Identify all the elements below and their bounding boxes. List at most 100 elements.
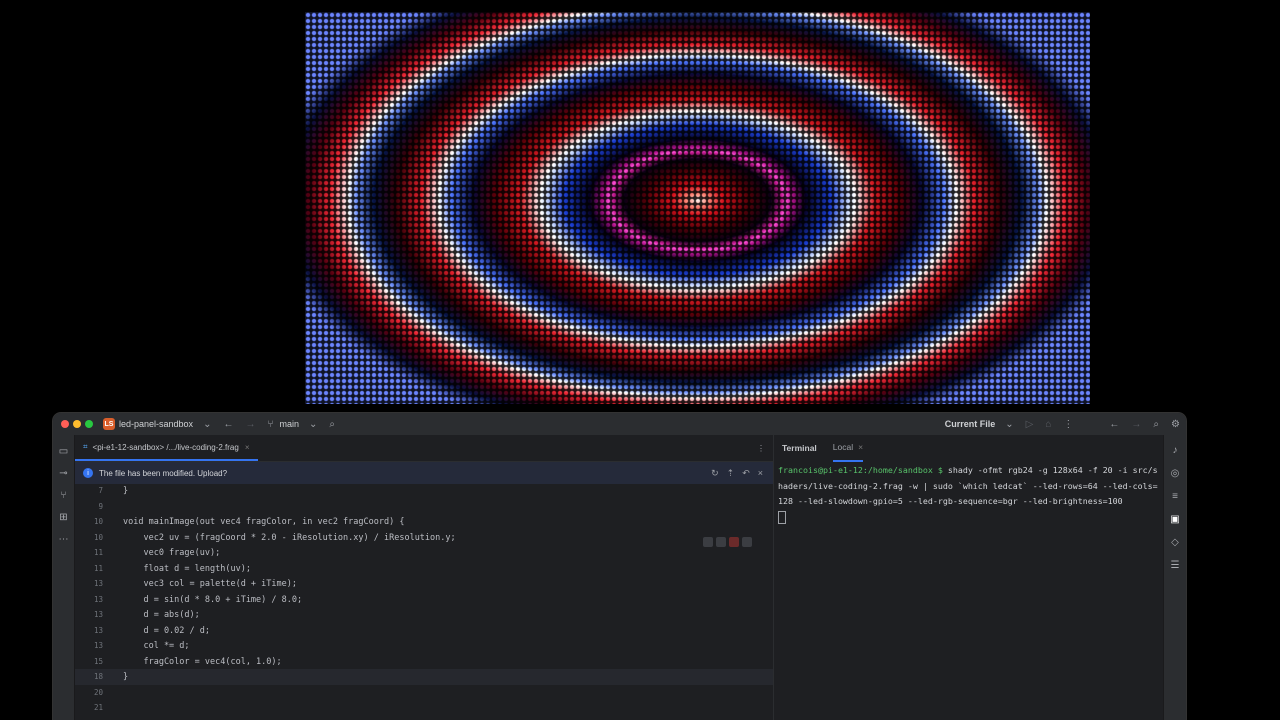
branch-selector[interactable]: main [279,419,299,429]
diff-icon[interactable] [703,537,713,547]
terminal-title: Terminal [782,443,817,453]
git-icon[interactable]: ⑂ [61,485,67,507]
accept-icon[interactable] [716,537,726,547]
tab-label: <pi-e1-12-sandbox> /.../live-coding-2.fr… [92,442,239,452]
code-area[interactable]: 7} 9 10 void mainImage(out vec4 fragColor, … [75,483,773,720]
inline-toolbar [703,537,752,547]
notification-text: The file has been modified. Upload? [99,468,228,478]
line-number: 13 [93,610,103,620]
search-icon[interactable]: ⌕ [329,419,335,430]
line-number: 11 [93,548,103,558]
code-text: d = sin(d * 8.0 + iTime) / 8.0; [123,594,303,605]
line-number: 9 [98,502,103,512]
close-window-button[interactable] [61,420,69,428]
code-line[interactable]: 13 d = 0.02 / d; [75,623,773,639]
sync-icon[interactable]: ↻ [711,468,719,479]
code-line[interactable]: 7} [75,483,773,499]
code-text: vec3 col = palette(d + iTime); [123,578,297,589]
code-text: d = 0.02 / d; [123,625,210,636]
back-arrow-icon[interactable]: ← [223,419,233,430]
more-icon[interactable]: ⋮ [757,444,765,453]
editor-tab-bar: ⌗ <pi-e1-12-sandbox> /.../live-coding-2.… [75,435,773,462]
code-line[interactable]: 13 vec3 col = palette(d + iTime); [75,576,773,592]
file-icon: ⌗ [83,442,88,451]
folder-icon[interactable]: ▭ [59,441,68,463]
structure-icon[interactable]: ⊞ [59,507,67,529]
line-number: 10 [93,533,103,543]
shield-icon[interactable]: ◇ [1171,531,1179,554]
code-line[interactable]: 13 col *= d; [75,638,773,654]
code-text: } [123,485,129,496]
code-text: col *= d; [123,640,190,651]
code-line[interactable]: 20 [75,685,773,701]
code-text: } [123,671,129,682]
code-line[interactable]: 10 vec2 uv = (fragCoord * 2.0 - iResolut… [75,530,773,546]
code-line[interactable]: 13 d = sin(d * 8.0 + iTime) / 8.0; [75,592,773,608]
close-icon[interactable]: × [245,443,250,452]
commit-icon[interactable]: ⊸ [59,463,67,485]
undo-icon[interactable]: ↶ [742,468,750,479]
notifications-icon[interactable]: ♪ [1173,439,1178,462]
search-icon[interactable]: ⌕ [1153,419,1159,430]
tab-local[interactable]: Local × [832,434,864,462]
code-line[interactable]: 21 [75,700,773,716]
code-line[interactable]: 10 void mainImage(out vec4 fragColor, in … [75,514,773,530]
terminal-icon[interactable]: ▣ [1170,508,1179,531]
minimize-window-button[interactable] [73,420,81,428]
line-number: 15 [93,657,103,667]
code-line[interactable]: 13 d = abs(d); [75,607,773,623]
code-line[interactable]: 11 vec0 frage(uv); [75,545,773,561]
chevron-down-icon: ⌄ [203,418,212,430]
line-number: 11 [93,564,103,574]
project-badge: LS [103,418,115,430]
line-number: 13 [93,626,103,636]
code-editor: ⌗ <pi-e1-12-sandbox> /.../live-coding-2.… [75,435,773,720]
title-bar: LS led-panel-sandbox ⌄ ← → ⑂ main ⌄ ⌕ Cu… [53,413,1186,435]
project-selector[interactable]: led-panel-sandbox [119,419,193,429]
code-text: vec2 uv = (fragCoord * 2.0 - iResolution… [123,532,456,543]
more-icon[interactable]: ⋯ [59,529,69,551]
forward-arrow-icon[interactable]: → [1131,419,1141,430]
code-text: vec0 frage(uv); [123,547,221,558]
ai-assistant-icon[interactable]: ◎ [1171,462,1180,485]
right-tool-bar: ♪ ◎ ≡ ▣ ◇ ☰ [1163,435,1186,720]
maximize-window-button[interactable] [85,420,93,428]
code-text: void mainImage(out vec4 fragColor, in ve… [123,516,405,527]
database-icon[interactable]: ≡ [1172,485,1178,508]
code-line[interactable]: 11 float d = length(uv); [75,561,773,577]
code-line[interactable]: 15 fragColor = vec4(col, 1.0); [75,654,773,670]
upload-notification: i The file has been modified. Upload? ↻ … [75,462,773,484]
led-dot-grid [305,12,1090,404]
chevron-down-icon: ⌄ [308,418,318,430]
terminal-prompt: francois@pi-e1-12:/home/sandbox $ [778,465,943,475]
terminal-output[interactable]: francois@pi-e1-12:/home/sandbox $ shady … [774,461,1164,527]
editor-tab[interactable]: ⌗ <pi-e1-12-sandbox> /.../live-coding-2.… [75,435,258,461]
upload-icon[interactable]: ⇡ [727,468,735,479]
run-config-selector[interactable]: Current File [945,419,996,429]
list-icon[interactable]: ☰ [1171,554,1180,577]
forward-arrow-icon[interactable]: → [245,419,255,430]
left-tool-bar: ▭ ⊸ ⑂ ⊞ ⋯ [53,435,75,720]
more-icon[interactable]: ⋮ [1063,419,1073,430]
branch-icon: ⑂ [267,418,274,430]
code-line[interactable]: 9 [75,499,773,515]
line-number: 13 [93,595,103,605]
line-number: 13 [93,641,103,651]
line-number: 20 [93,688,103,698]
run-icon[interactable]: ▷ [1026,419,1034,430]
close-icon[interactable]: × [758,468,763,479]
terminal-panel: Terminal Local × francois@pi-e1-12:/home… [773,435,1164,720]
line-number: 21 [93,703,103,713]
code-text: float d = length(uv); [123,563,251,574]
code-text: fragColor = vec4(col, 1.0); [123,656,282,667]
debug-icon[interactable]: ⌂ [1045,419,1051,430]
terminal-cursor [778,510,786,524]
settings-icon[interactable]: ⚙ [1171,419,1180,430]
reject-icon[interactable] [729,537,739,547]
ide-window: LS led-panel-sandbox ⌄ ← → ⑂ main ⌄ ⌕ Cu… [53,413,1186,720]
menu-icon[interactable] [742,537,752,547]
info-icon: i [83,468,93,478]
back-arrow-icon[interactable]: ← [1109,419,1119,430]
code-line[interactable]: 18} [75,669,773,685]
close-icon[interactable]: × [858,442,863,452]
